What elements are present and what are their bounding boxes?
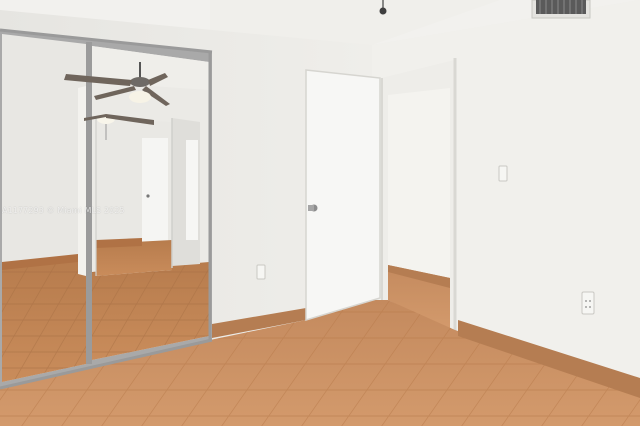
light-switch [498,165,508,182]
open-door [306,70,380,320]
photo-watermark: A1177293 © Miami MLS 2025 [2,206,125,215]
mirror-divider [86,42,92,364]
electrical-outlet [256,264,266,280]
room-photo: A1177293 © Miami MLS 2025 [0,0,640,426]
electrical-outlet-right [581,291,595,315]
ceiling-vent [531,0,591,19]
